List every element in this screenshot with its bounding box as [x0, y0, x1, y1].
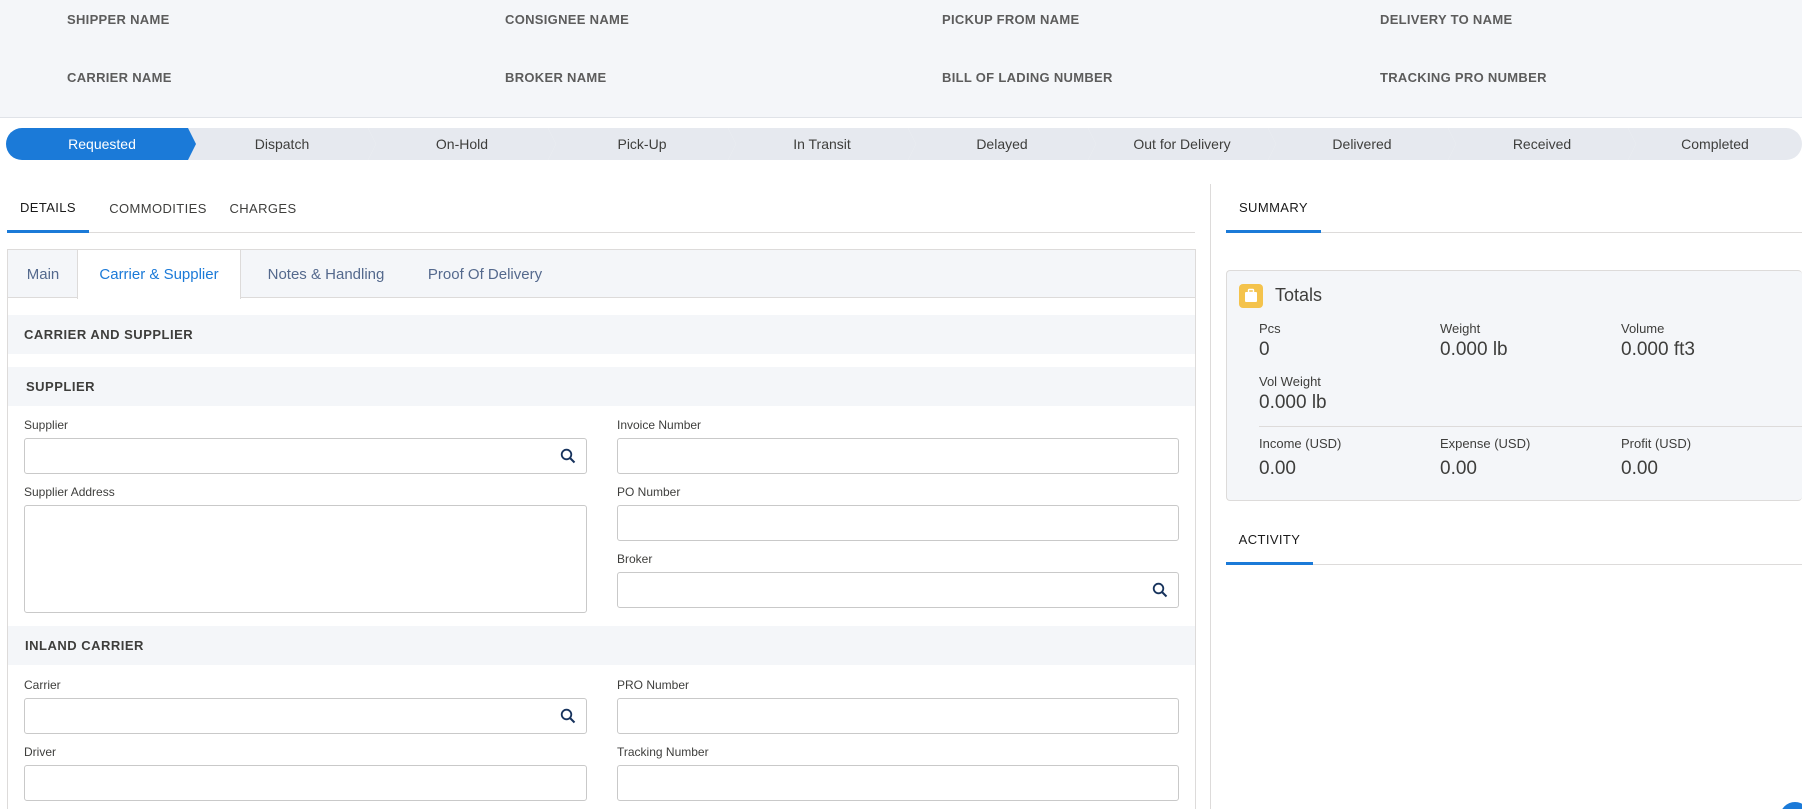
subtab-proof-of-delivery[interactable]: Proof Of Delivery: [410, 250, 560, 298]
tracking-number-input[interactable]: [617, 765, 1179, 801]
path-step-delivered[interactable]: Delivered: [1268, 128, 1456, 160]
vol-weight-value: 0.000 lb: [1259, 392, 1327, 413]
volume-value: 0.000 ft3: [1621, 339, 1695, 360]
supplier-label: Supplier: [24, 418, 69, 432]
tracking-number-label: Tracking Number: [617, 745, 709, 759]
details-panel: Main Carrier & Supplier Notes & Handling…: [7, 249, 1196, 809]
search-icon[interactable]: [560, 708, 576, 724]
volume-label: Volume: [1621, 321, 1665, 336]
summary-tabs: SUMMARY: [1226, 184, 1802, 233]
weight-value: 0.000 lb: [1440, 339, 1508, 360]
tab-details[interactable]: DETAILS: [7, 184, 89, 233]
search-icon[interactable]: [560, 448, 576, 464]
column-divider: [1210, 184, 1211, 809]
activity-tabs: ACTIVITY: [1226, 516, 1802, 565]
path-step-on-hold[interactable]: On-Hold: [368, 128, 556, 160]
pro-number-label: PRO Number: [617, 678, 690, 692]
totals-separator: [1259, 426, 1802, 427]
carrier-name-label: CARRIER NAME: [67, 70, 172, 85]
path-step-received[interactable]: Received: [1448, 128, 1636, 160]
path-step-delayed[interactable]: Delayed: [908, 128, 1096, 160]
pcs-label: Pcs: [1259, 321, 1281, 336]
driver-input[interactable]: [24, 765, 587, 801]
sub-tabs: Main Carrier & Supplier Notes & Handling…: [8, 250, 1195, 299]
path-step-pick-up[interactable]: Pick-Up: [548, 128, 736, 160]
totals-card: Totals Pcs 0 Weight 0.000 lb Volume 0.00…: [1226, 270, 1802, 501]
supplier-address-textarea[interactable]: [24, 505, 587, 613]
carrier-label: Carrier: [24, 678, 61, 692]
path-step-in-transit[interactable]: In Transit: [728, 128, 916, 160]
driver-label: Driver: [24, 745, 56, 759]
help-button[interactable]: [1780, 802, 1802, 809]
broker-name-label: BROKER NAME: [505, 70, 607, 85]
subtab-notes-handling[interactable]: Notes & Handling: [242, 250, 410, 298]
shipper-name-label: SHIPPER NAME: [67, 12, 170, 27]
totals-title: Totals: [1275, 285, 1323, 305]
tab-summary[interactable]: SUMMARY: [1226, 184, 1321, 233]
path-step-requested[interactable]: Requested: [6, 128, 198, 160]
record-header: SHIPPER NAME CONSIGNEE NAME PICKUP FROM …: [0, 0, 1802, 118]
pro-number-input[interactable]: [617, 698, 1179, 734]
delivery-to-name-label: DELIVERY TO NAME: [1380, 12, 1513, 27]
supplier-input[interactable]: [24, 438, 587, 474]
profit-value: 0.00: [1621, 458, 1658, 479]
path-step-completed[interactable]: Completed: [1628, 128, 1802, 160]
income-label: Income (USD): [1259, 436, 1342, 451]
carrier-input[interactable]: [24, 698, 587, 734]
section-carrier-and-supplier: CARRIER AND SUPPLIER: [8, 315, 1195, 354]
tab-charges[interactable]: CHARGES: [221, 184, 305, 233]
subtab-main[interactable]: Main: [8, 250, 78, 298]
search-icon[interactable]: [1152, 582, 1168, 598]
main-tabs: DETAILS COMMODITIES CHARGES: [7, 184, 1195, 233]
expense-label: Expense (USD): [1440, 436, 1531, 451]
expense-value: 0.00: [1440, 458, 1477, 479]
pcs-value: 0: [1259, 339, 1270, 360]
path-step-dispatch[interactable]: Dispatch: [188, 128, 376, 160]
pickup-from-name-label: PICKUP FROM NAME: [942, 12, 1080, 27]
invoice-number-input[interactable]: [617, 438, 1179, 474]
supplier-address-label: Supplier Address: [24, 485, 115, 499]
income-value: 0.00: [1259, 458, 1296, 479]
weight-label: Weight: [1440, 321, 1481, 336]
invoice-number-label: Invoice Number: [617, 418, 702, 432]
bill-of-lading-number-label: BILL OF LADING NUMBER: [942, 70, 1113, 85]
po-number-input[interactable]: [617, 505, 1179, 541]
vol-weight-label: Vol Weight: [1259, 374, 1321, 389]
subtab-carrier-supplier[interactable]: Carrier & Supplier: [77, 250, 241, 299]
tab-activity[interactable]: ACTIVITY: [1226, 516, 1313, 565]
broker-input[interactable]: [617, 572, 1179, 608]
profit-label: Profit (USD): [1621, 436, 1692, 451]
section-supplier: SUPPLIER: [8, 367, 1195, 406]
consignee-name-label: CONSIGNEE NAME: [505, 12, 630, 27]
tab-commodities[interactable]: COMMODITIES: [97, 184, 219, 233]
po-number-label: PO Number: [617, 485, 681, 499]
tracking-pro-number-label: TRACKING PRO NUMBER: [1380, 70, 1547, 85]
briefcase-icon: [1239, 284, 1263, 308]
section-inland-carrier: INLAND CARRIER: [8, 626, 1195, 665]
status-path: Requested Dispatch On-Hold Pick-Up In Tr…: [6, 128, 1802, 160]
broker-label: Broker: [617, 552, 653, 566]
path-step-out-for-delivery[interactable]: Out for Delivery: [1088, 128, 1276, 160]
